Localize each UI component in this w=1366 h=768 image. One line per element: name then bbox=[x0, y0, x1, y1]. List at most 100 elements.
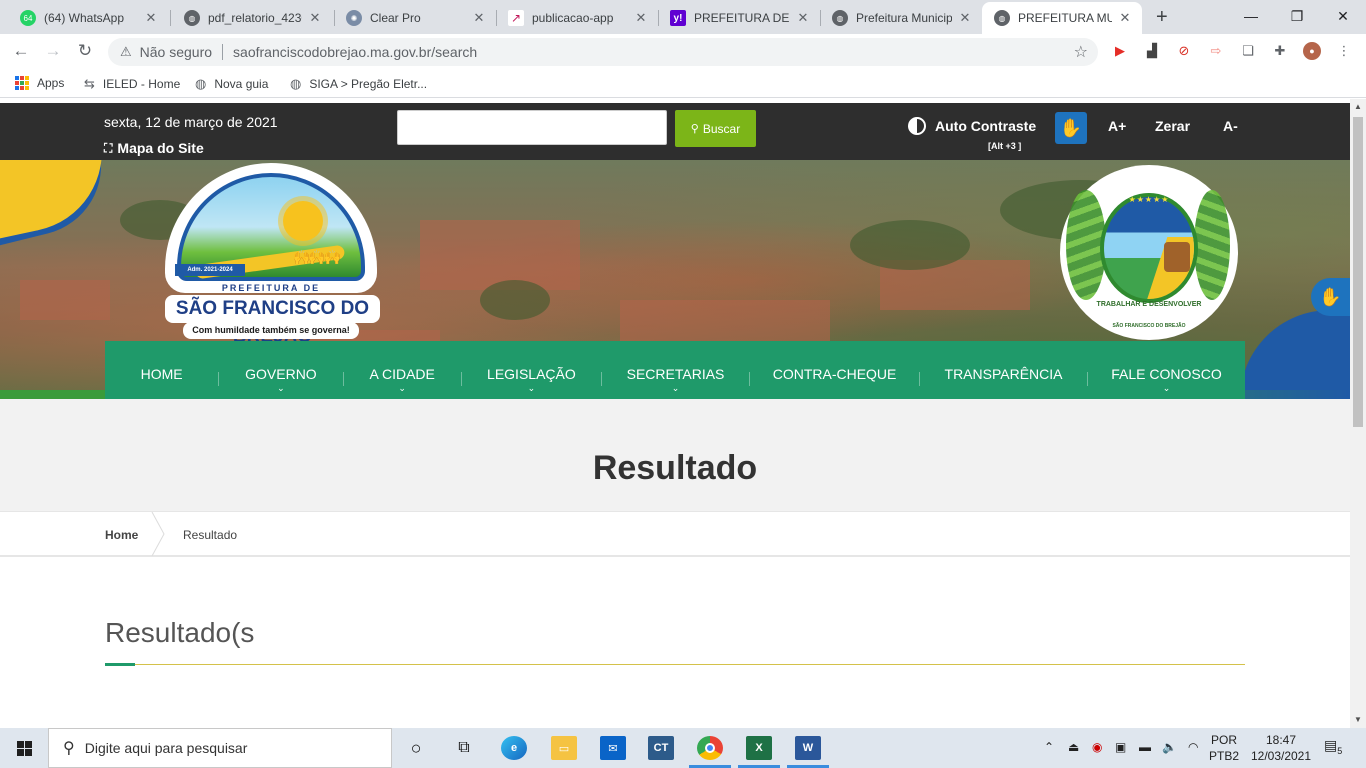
maximize-button[interactable]: ❐ bbox=[1274, 4, 1320, 28]
tab-prefeitura-municip[interactable]: ◍ Prefeitura Municip ✕ bbox=[820, 2, 982, 34]
close-icon[interactable]: ✕ bbox=[308, 10, 322, 26]
municipality-logo[interactable]: Adm. 2021-2024 🙌🙌🙌 PREFEITURA DE SÃO FRA… bbox=[165, 163, 380, 347]
bookmark-nova-guia[interactable]: ◍ Nova guia bbox=[195, 76, 268, 92]
font-increase-button[interactable]: A+ bbox=[1108, 118, 1126, 134]
tab-prefeitura-muni-active[interactable]: ◍ PREFEITURA MUNI ✕ bbox=[982, 2, 1142, 34]
ct-icon[interactable]: CT bbox=[648, 736, 674, 760]
wifi-icon[interactable]: ◠ bbox=[1188, 740, 1198, 754]
search-button[interactable]: ⚲ Buscar bbox=[675, 110, 756, 147]
windows-logo-icon bbox=[16, 740, 32, 756]
font-decrease-button[interactable]: A- bbox=[1223, 118, 1238, 134]
breadcrumb-separator-icon bbox=[151, 512, 165, 556]
results-divider-accent bbox=[105, 663, 135, 666]
scroll-down-icon[interactable]: ▼ bbox=[1350, 715, 1366, 724]
chevron-up-icon[interactable]: ⌃ bbox=[1044, 740, 1054, 754]
close-icon[interactable]: ✕ bbox=[144, 10, 158, 26]
new-tab-button[interactable]: + bbox=[1156, 6, 1168, 29]
search-icon: ⚲ bbox=[63, 740, 75, 757]
yahoo-icon: y! bbox=[670, 10, 686, 26]
tab-title: Clear Pro bbox=[370, 11, 421, 25]
tab-clear-pro[interactable]: ✺ Clear Pro ✕ bbox=[334, 2, 496, 34]
logo-motto: Com humildade também se governa! bbox=[183, 322, 359, 339]
file-explorer-icon[interactable]: ▭ bbox=[551, 736, 577, 760]
close-icon[interactable]: ✕ bbox=[796, 10, 810, 26]
system-clock[interactable]: 18:47 12/03/2021 bbox=[1248, 732, 1314, 764]
volume-icon[interactable]: 🔈 bbox=[1162, 740, 1177, 754]
edge-icon[interactable]: e bbox=[501, 736, 527, 760]
share-extension-icon[interactable]: ⇨ bbox=[1207, 42, 1225, 60]
auto-contrast-toggle[interactable]: Auto Contraste bbox=[908, 117, 1036, 135]
scroll-up-icon[interactable]: ▲ bbox=[1350, 102, 1366, 111]
bookmark-apps[interactable]: Apps bbox=[15, 76, 64, 90]
sitemap-icon: ⛶ bbox=[104, 140, 113, 155]
cortana-icon[interactable]: ○ bbox=[403, 736, 429, 760]
profile-avatar[interactable]: ● bbox=[1303, 42, 1321, 60]
chrome-icon[interactable] bbox=[697, 736, 723, 760]
url-text[interactable]: saofranciscodobrejao.ma.gov.br/search bbox=[233, 44, 477, 60]
mail-icon[interactable]: ✉ bbox=[600, 736, 626, 760]
start-button[interactable] bbox=[0, 728, 48, 768]
word-icon[interactable]: W bbox=[795, 736, 821, 760]
contrast-icon bbox=[908, 117, 926, 135]
notification-center-icon[interactable]: ▤5 bbox=[1324, 737, 1342, 756]
close-window-button[interactable]: ✕ bbox=[1320, 4, 1366, 28]
font-reset-button[interactable]: Zerar bbox=[1155, 118, 1190, 134]
excel-icon[interactable]: X bbox=[746, 736, 772, 760]
chevron-down-icon: ⌄ bbox=[527, 382, 536, 393]
extensions-puzzle-icon[interactable]: ✚ bbox=[1271, 42, 1289, 60]
bookmark-star-icon[interactable]: ☆ bbox=[1074, 42, 1088, 62]
vlibras-widget-icon[interactable]: ✋ bbox=[1311, 278, 1350, 316]
tab-prefeitura-ita[interactable]: y! PREFEITURA DE ITA ✕ bbox=[658, 2, 820, 34]
leaves-icon bbox=[1194, 190, 1230, 300]
tab-pdf-relatorio[interactable]: ◍ pdf_relatorio_4230 ✕ bbox=[172, 2, 332, 34]
close-icon[interactable]: ✕ bbox=[634, 10, 648, 26]
block-extension-icon[interactable]: ⊘ bbox=[1175, 42, 1193, 60]
language-indicator[interactable]: POR PTB2 bbox=[1206, 732, 1242, 764]
menu-kebab-icon[interactable]: ⋮ bbox=[1335, 42, 1353, 60]
chart-icon: ↗ bbox=[508, 10, 524, 26]
tab-title: pdf_relatorio_4230 bbox=[208, 11, 302, 25]
tab-whatsapp[interactable]: 64 (64) WhatsApp ✕ bbox=[8, 2, 168, 34]
tab-title: (64) WhatsApp bbox=[44, 11, 125, 25]
back-icon[interactable]: ← bbox=[10, 41, 32, 61]
tab-title: PREFEITURA MUNI bbox=[1018, 11, 1112, 25]
clock-time: 18:47 bbox=[1265, 733, 1297, 747]
page-scrollbar[interactable]: ▲ ▼ bbox=[1350, 99, 1366, 729]
breadcrumb-home-link[interactable]: Home bbox=[105, 528, 138, 542]
nav-label: FALE CONOSCO bbox=[1111, 365, 1222, 382]
close-icon[interactable]: ✕ bbox=[1118, 10, 1132, 26]
reload-icon[interactable]: ↻ bbox=[74, 41, 96, 61]
copy-extension-icon[interactable]: ❏ bbox=[1239, 42, 1257, 60]
bookmark-siga[interactable]: ◍ SIGA > Pregão Eletr... bbox=[290, 76, 427, 92]
nav-label: A CIDADE bbox=[369, 365, 435, 382]
taskbar-search-box[interactable]: ⚲ Digite aqui para pesquisar bbox=[48, 728, 392, 768]
scroll-thumb[interactable] bbox=[1353, 117, 1363, 427]
battery-icon[interactable]: ▬ bbox=[1139, 740, 1151, 754]
youtube-extension-icon[interactable]: ▶ bbox=[1111, 42, 1129, 60]
antivirus-icon[interactable]: ◉ bbox=[1092, 740, 1102, 754]
usb-icon[interactable]: ⏏ bbox=[1068, 740, 1079, 754]
logo-prefeitura: PREFEITURA DE bbox=[191, 283, 351, 293]
close-icon[interactable]: ✕ bbox=[958, 10, 972, 26]
forward-icon[interactable]: → bbox=[42, 41, 64, 61]
bookmark-ieled[interactable]: ⇆ IELED - Home bbox=[84, 76, 180, 92]
page-title: Resultado bbox=[592, 449, 758, 487]
tab-title: Prefeitura Municip bbox=[856, 11, 952, 25]
site-search-input[interactable] bbox=[397, 110, 667, 145]
sitemap-link[interactable]: ⛶ Mapa do Site bbox=[104, 140, 204, 156]
monitor-icon[interactable]: ▣ bbox=[1115, 740, 1126, 754]
nav-label: TRANSPARÊNCIA bbox=[944, 365, 1063, 382]
libras-hands-icon[interactable]: ✋ bbox=[1055, 112, 1087, 144]
tab-publicacao-app[interactable]: ↗ publicacao-app ✕ bbox=[496, 2, 658, 34]
security-label[interactable]: Não seguro bbox=[140, 44, 212, 60]
signal-extension-icon[interactable]: ▟ bbox=[1143, 42, 1161, 60]
address-bar[interactable]: ⚠ Não seguro saofranciscodobrejao.ma.gov… bbox=[108, 38, 1098, 66]
close-icon[interactable]: ✕ bbox=[472, 10, 486, 26]
warning-icon[interactable]: ⚠ bbox=[120, 44, 132, 60]
minimize-button[interactable]: — bbox=[1228, 4, 1274, 28]
bookmark-label: Apps bbox=[37, 76, 65, 90]
logo-city-name: SÃO FRANCISCO DO BREJÃO bbox=[165, 295, 380, 347]
task-view-icon[interactable]: ⧉ bbox=[451, 736, 477, 760]
whatsapp-icon: 64 bbox=[20, 10, 36, 26]
accessibility-bar: sexta, 12 de março de 2021 ⛶ Mapa do Sit… bbox=[0, 103, 1350, 160]
